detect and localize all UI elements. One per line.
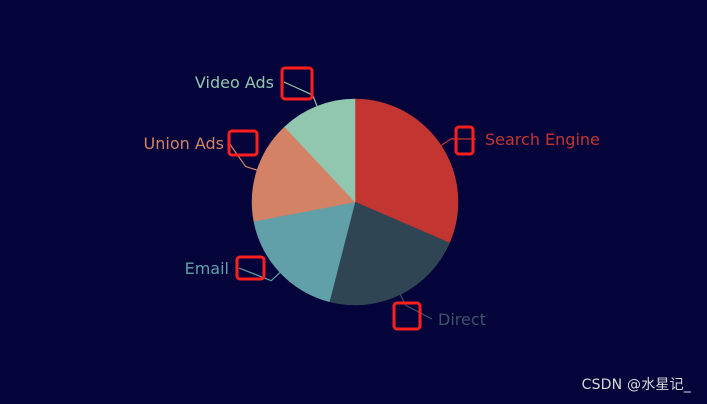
label-line-search-engine xyxy=(440,138,477,146)
slice-label-email: Email xyxy=(185,259,229,278)
label-line-union-ads xyxy=(228,142,258,171)
pie-chart-svg: Search Engine Direct Email Union Ads Video A… xyxy=(144,66,600,331)
highlight-box-search-engine xyxy=(454,125,475,156)
csdn-watermark: CSDN @水星记_ xyxy=(581,377,691,393)
highlight-box-union-ads xyxy=(227,129,259,157)
slice-label-search-engine: Search Engine xyxy=(485,130,600,149)
label-line-direct xyxy=(399,294,433,320)
highlight-box-direct xyxy=(392,301,422,331)
pie-chart-container: Search Engine Direct Email Union Ads Video A… xyxy=(0,0,707,404)
slice-label-union-ads: Union Ads xyxy=(144,134,224,153)
slice-label-video-ads: Video Ads xyxy=(195,73,274,92)
slice-label-direct: Direct xyxy=(438,310,486,329)
